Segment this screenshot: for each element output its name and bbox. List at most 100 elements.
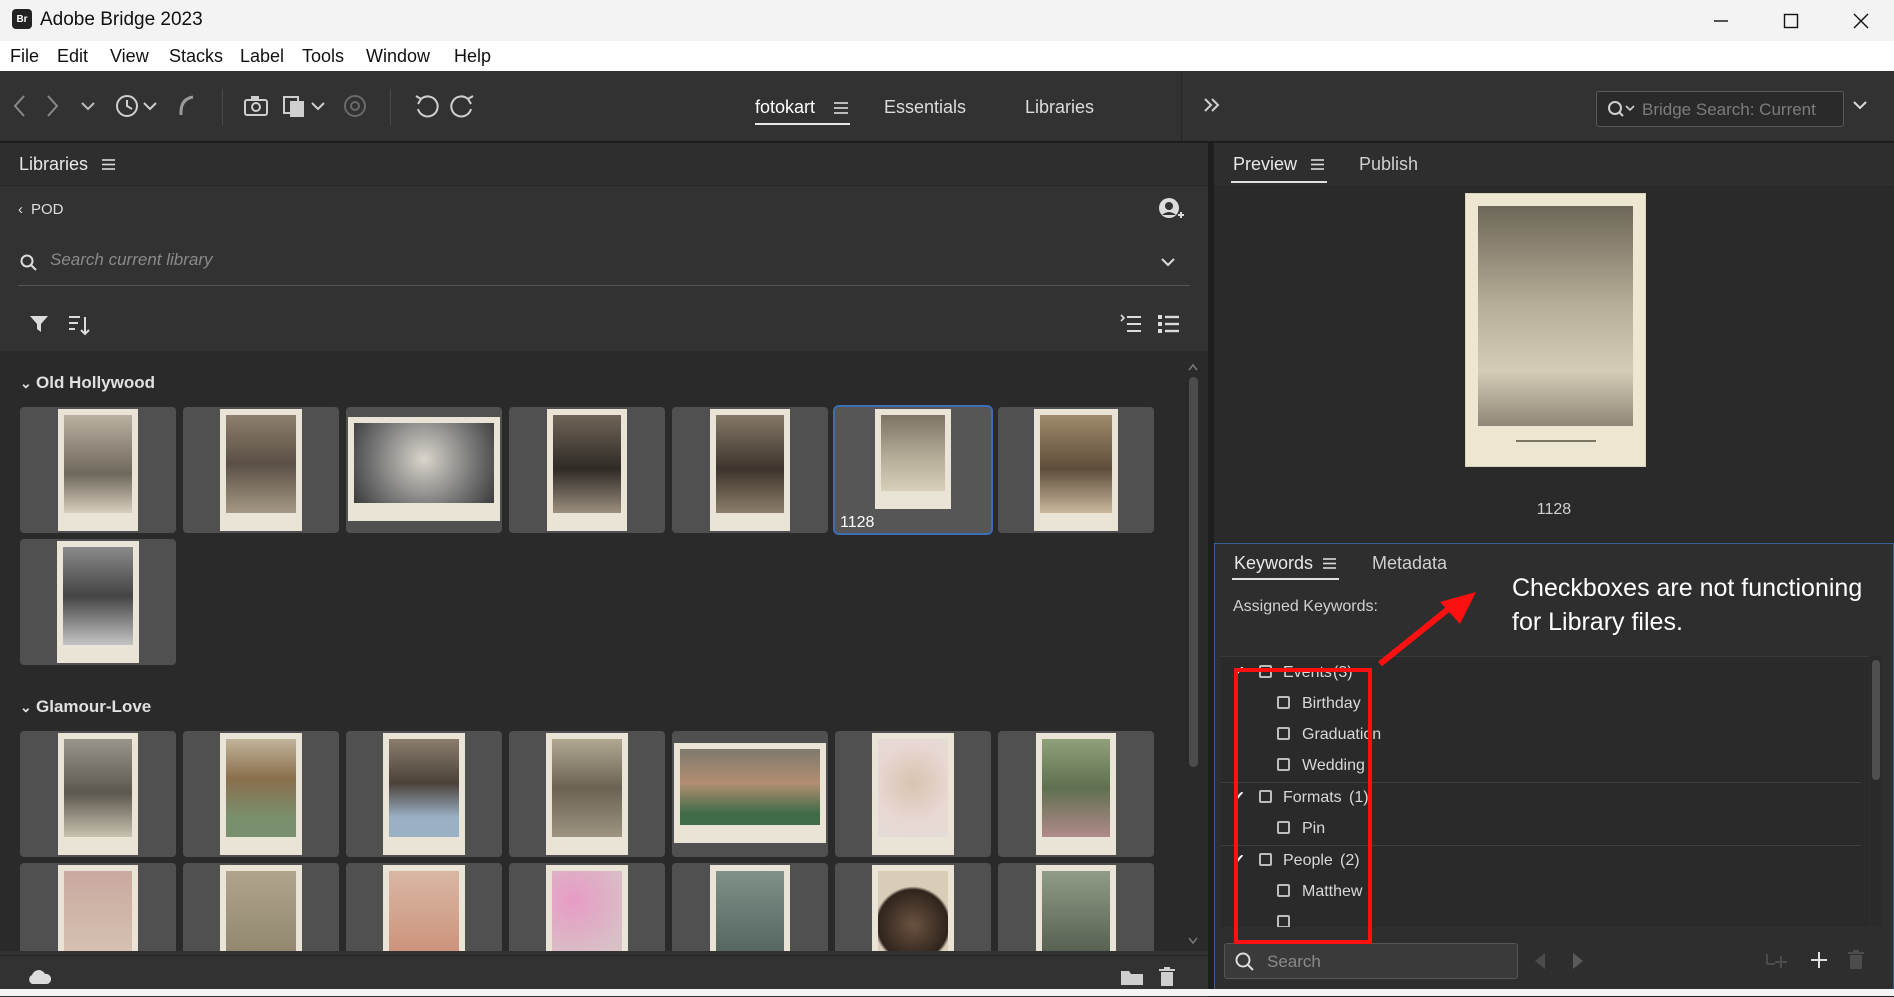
library-item[interactable] [998, 863, 1154, 951]
thumbnail-image [220, 865, 302, 951]
chevron-down-icon[interactable] [80, 93, 96, 119]
title-bar: Br Adobe Bridge 2023 [0, 0, 1894, 41]
menu-stacks[interactable]: Stacks [169, 46, 223, 67]
app-logo-icon: Br [12, 9, 32, 29]
trash-icon[interactable] [1158, 967, 1176, 987]
tab-preview[interactable]: Preview [1233, 154, 1297, 175]
tab-keywords[interactable]: Keywords [1234, 553, 1313, 574]
search-icon [20, 254, 37, 271]
menu-file[interactable]: File [10, 46, 39, 67]
preview-panel: Preview Publish 1128 [1214, 143, 1894, 539]
thumbnail-image [57, 541, 139, 663]
library-item[interactable] [20, 863, 176, 951]
menu-edit[interactable]: Edit [57, 46, 88, 67]
library-item[interactable] [672, 407, 828, 533]
maximize-button[interactable] [1756, 0, 1826, 41]
detail-view-icon[interactable] [1158, 314, 1180, 334]
invite-user-icon[interactable] [1158, 197, 1184, 223]
keyword-search-input[interactable]: Search [1224, 943, 1518, 979]
folder-icon[interactable] [1120, 968, 1144, 986]
library-item[interactable] [183, 407, 339, 533]
library-search-input[interactable]: Search current library [18, 239, 1190, 286]
library-item[interactable] [346, 863, 502, 951]
filter-icon[interactable] [29, 314, 49, 334]
library-item[interactable] [346, 407, 502, 533]
library-item[interactable] [835, 863, 991, 951]
minimize-button[interactable] [1686, 0, 1756, 41]
keyword-scrollbar[interactable] [1870, 656, 1882, 926]
library-item[interactable] [835, 731, 991, 857]
group-header-old-hollywood[interactable]: ⌄ Old Hollywood [20, 373, 155, 393]
bridge-search-placeholder: Bridge Search: Current [1642, 100, 1816, 119]
panel-menu-icon[interactable] [1323, 557, 1336, 570]
thumbnail-image [875, 409, 951, 509]
previous-icon[interactable] [1533, 952, 1547, 970]
more-workspaces-icon[interactable] [1203, 97, 1221, 113]
library-name: POD [31, 201, 64, 218]
boomerang-icon[interactable] [176, 93, 198, 119]
scroll-up-icon[interactable] [1188, 363, 1198, 371]
search-icon [1608, 101, 1635, 117]
bridge-search-input[interactable]: Bridge Search: Current [1596, 91, 1844, 127]
group-header-glamour-love[interactable]: ⌄ Glamour-Love [20, 697, 151, 717]
workspace-tab-fotokart[interactable]: fotokart [755, 97, 815, 118]
library-item[interactable] [509, 407, 665, 533]
rotate-icon[interactable] [342, 93, 368, 119]
menu-label[interactable]: Label [240, 46, 284, 67]
workspace-menu-icon[interactable] [834, 101, 848, 115]
library-item[interactable] [20, 407, 176, 533]
camera-icon[interactable] [243, 93, 273, 119]
add-icon[interactable] [1810, 951, 1828, 969]
chevron-down-icon[interactable] [1160, 257, 1176, 269]
library-scrollbar[interactable] [1186, 359, 1200, 951]
close-icon [1853, 13, 1869, 28]
panel-menu-icon[interactable] [102, 158, 115, 171]
menu-help[interactable]: Help [454, 46, 491, 67]
workspace-tab-essentials[interactable]: Essentials [884, 97, 966, 118]
menu-view[interactable]: View [110, 46, 149, 67]
library-item[interactable] [183, 863, 339, 951]
history-icon[interactable] [114, 93, 160, 119]
library-item[interactable] [998, 731, 1154, 857]
thumbnail-image [1034, 409, 1118, 531]
menu-tools[interactable]: Tools [302, 46, 344, 67]
cloud-icon[interactable] [26, 969, 52, 985]
library-item[interactable] [509, 731, 665, 857]
close-button[interactable] [1826, 0, 1894, 41]
forward-icon[interactable] [42, 93, 62, 119]
libraries-tab[interactable]: Libraries [19, 154, 88, 175]
library-back-nav[interactable]: ‹ POD [18, 201, 64, 218]
refine-icon[interactable] [282, 93, 328, 119]
rotate-right-icon[interactable] [450, 93, 478, 119]
library-item[interactable] [183, 731, 339, 857]
tab-metadata[interactable]: Metadata [1372, 553, 1447, 574]
preview-image[interactable] [1465, 193, 1646, 467]
rotate-left-icon[interactable] [413, 93, 441, 119]
library-item[interactable] [672, 863, 828, 951]
libraries-panel: Libraries ‹ POD Search current library ⌄ O… [0, 143, 1208, 997]
menu-window[interactable]: Window [366, 46, 430, 67]
list-view-icon[interactable] [1120, 314, 1142, 334]
tab-publish[interactable]: Publish [1359, 154, 1418, 175]
library-item[interactable] [509, 863, 665, 951]
library-item[interactable] [20, 539, 176, 665]
scrollbar-thumb[interactable] [1189, 377, 1198, 767]
workspace-tab-libraries[interactable]: Libraries [1025, 97, 1094, 118]
thumbnail-image [383, 865, 465, 951]
trash-icon[interactable] [1847, 950, 1865, 970]
scroll-down-icon[interactable] [1188, 937, 1198, 945]
library-item-selected[interactable]: 1128 [833, 405, 993, 535]
search-icon [1235, 952, 1254, 971]
toolbar-separator [1181, 71, 1182, 141]
scrollbar-thumb[interactable] [1872, 660, 1880, 780]
panel-menu-icon[interactable] [1311, 158, 1324, 171]
search-options-chevron-icon[interactable] [1852, 99, 1868, 113]
sort-icon[interactable] [68, 314, 90, 336]
back-icon[interactable] [10, 93, 30, 119]
library-item[interactable] [998, 407, 1154, 533]
new-sub-keyword-icon[interactable] [1765, 950, 1789, 970]
library-item[interactable] [346, 731, 502, 857]
library-item[interactable] [20, 731, 176, 857]
next-icon[interactable] [1571, 952, 1585, 970]
library-item[interactable] [672, 731, 828, 857]
